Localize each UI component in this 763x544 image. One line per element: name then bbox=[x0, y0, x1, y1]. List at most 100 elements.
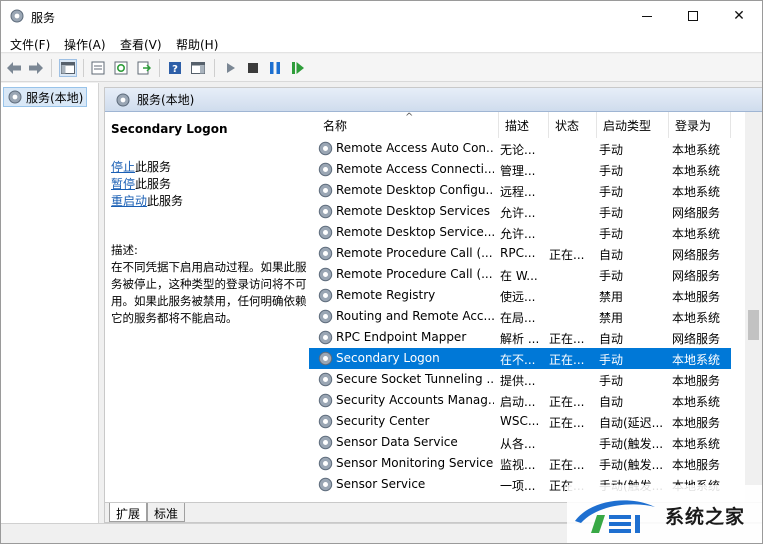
table-row[interactable]: RPC Endpoint Mapper 解析 ... 正在... 自动 网络服务 bbox=[309, 327, 731, 348]
show-console-tree-icon[interactable] bbox=[59, 59, 77, 77]
service-name: Remote Access Auto Con... bbox=[336, 141, 494, 155]
pause-link[interactable]: 暂停 bbox=[111, 177, 135, 191]
service-startup-type: 手动 bbox=[599, 164, 624, 178]
stop-link[interactable]: 停止 bbox=[111, 160, 135, 174]
service-status: 正在... bbox=[549, 395, 585, 409]
service-name: Sensor Service bbox=[336, 477, 426, 491]
service-logon-as: 本地系统 bbox=[672, 143, 721, 157]
help-icon[interactable]: ? bbox=[166, 59, 184, 77]
service-logon-as: 本地系统 bbox=[672, 185, 721, 199]
table-row[interactable]: Remote Registry 使远... 禁用 本地服务 bbox=[309, 285, 731, 306]
scrollbar-thumb[interactable] bbox=[748, 310, 759, 340]
service-gear-icon bbox=[318, 330, 333, 345]
service-status: 正在... bbox=[549, 416, 585, 430]
stop-service-icon[interactable] bbox=[244, 59, 262, 77]
table-row[interactable]: Remote Desktop Services 允许... 手动 网络服务 bbox=[309, 201, 731, 222]
column-header-status[interactable]: 状态 bbox=[549, 112, 597, 138]
minimize-button[interactable] bbox=[624, 1, 670, 31]
table-row[interactable]: Remote Access Connecti... 管理... 手动 本地系统 bbox=[309, 159, 731, 180]
service-description: 在局... bbox=[500, 311, 536, 325]
table-row[interactable]: Sensor Monitoring Service 监视... 正在... 手动(触发… bbox=[309, 453, 731, 474]
tree-item-local-services[interactable]: 服务(本地) bbox=[3, 87, 87, 107]
service-logon-as: 网络服务 bbox=[672, 248, 721, 262]
column-header-startup-type[interactable]: 启动类型 bbox=[597, 112, 669, 138]
description-label: 描述: bbox=[111, 243, 138, 257]
watermark: 系统之家 bbox=[567, 485, 762, 543]
service-logon-as: 本地系统 bbox=[672, 395, 721, 409]
service-logon-as: 本地系统 bbox=[672, 311, 721, 325]
service-description: 在不... bbox=[500, 353, 536, 367]
service-name: RPC Endpoint Mapper bbox=[336, 330, 467, 344]
tree-item-label: 服务(本地) bbox=[26, 90, 84, 105]
maximize-button[interactable] bbox=[670, 1, 716, 31]
service-logon-as: 本地服务 bbox=[672, 290, 721, 304]
table-row[interactable]: Remote Procedure Call (... RPC... 正在... 自动 网… bbox=[309, 243, 731, 264]
properties-icon[interactable] bbox=[89, 59, 107, 77]
table-row[interactable]: Remote Desktop Configu... 远程... 手动 本地系统 bbox=[309, 180, 731, 201]
service-gear-icon bbox=[318, 372, 333, 387]
table-row[interactable]: Routing and Remote Acc... 在局... 禁用 本地系统 bbox=[309, 306, 731, 327]
export-list-icon[interactable] bbox=[135, 59, 153, 77]
service-description: 提供... bbox=[500, 374, 536, 388]
tab-extended[interactable]: 扩展 bbox=[109, 503, 148, 522]
table-row[interactable]: Sensor Data Service 从各... 手动(触发... 本地系统 bbox=[309, 432, 731, 453]
start-service-icon[interactable] bbox=[222, 59, 240, 77]
service-gear-icon bbox=[318, 414, 333, 429]
table-row[interactable]: Remote Procedure Call (... 在 W... 手动 网络服务 bbox=[309, 264, 731, 285]
service-gear-icon bbox=[318, 246, 333, 261]
service-status: 正在... bbox=[549, 248, 585, 262]
table-row[interactable]: Remote Desktop Service... 允许... 手动 本地系统 bbox=[309, 222, 731, 243]
column-header-logon-as[interactable]: 登录为 bbox=[669, 112, 731, 138]
service-description: WSC... bbox=[500, 414, 540, 428]
pause-service-icon[interactable] bbox=[266, 59, 284, 77]
menu-action[interactable]: 操作(A) bbox=[64, 36, 106, 53]
column-header-description[interactable]: 描述 bbox=[499, 112, 549, 138]
table-row[interactable]: Secure Socket Tunneling ... 提供... 手动 本地服务 bbox=[309, 369, 731, 390]
sort-ascending-icon: ^ bbox=[405, 112, 414, 123]
menu-help[interactable]: 帮助(H) bbox=[176, 36, 218, 53]
services-gear-icon bbox=[116, 93, 130, 106]
column-header-description-label: 描述 bbox=[505, 118, 530, 133]
service-description: RPC... bbox=[500, 246, 536, 260]
restart-service-icon[interactable] bbox=[289, 59, 307, 77]
table-row[interactable]: Security Accounts Manag... 启动... 正在... 自动 本地… bbox=[309, 390, 731, 411]
show-action-pane-icon[interactable] bbox=[189, 59, 207, 77]
service-description: 启动... bbox=[500, 395, 536, 409]
service-gear-icon bbox=[318, 456, 333, 471]
close-button[interactable]: ✕ bbox=[716, 1, 762, 31]
service-name: Security Center bbox=[336, 414, 430, 428]
services-gear-icon bbox=[10, 9, 24, 23]
back-arrow-icon[interactable] bbox=[5, 59, 23, 77]
service-logon-as: 本地服务 bbox=[672, 416, 721, 430]
service-title: Secondary Logon bbox=[111, 122, 228, 136]
service-description: 监视... bbox=[500, 458, 536, 472]
service-description: 管理... bbox=[500, 164, 536, 178]
column-header-startup-type-label: 启动类型 bbox=[603, 118, 652, 133]
service-description: 一项... bbox=[500, 479, 536, 493]
description-pane: Secondary Logon 停止此服务 暂停此服务 重启动此服务 描述: 在… bbox=[105, 112, 309, 502]
service-description: 允许... bbox=[500, 206, 536, 220]
service-description: 远程... bbox=[500, 185, 536, 199]
service-logon-as: 网络服务 bbox=[672, 206, 721, 220]
service-name: Remote Procedure Call (... bbox=[336, 246, 493, 260]
vertical-scrollbar[interactable] bbox=[745, 112, 762, 502]
service-description: 使远... bbox=[500, 290, 536, 304]
service-logon-as: 本地服务 bbox=[672, 458, 721, 472]
table-row[interactable]: Security Center WSC... 正在... 自动(延迟... 本地服务 bbox=[309, 411, 731, 432]
forward-arrow-icon[interactable] bbox=[27, 59, 45, 77]
service-name: Remote Procedure Call (... bbox=[336, 267, 493, 281]
service-status: 正在... bbox=[549, 353, 585, 367]
restart-link[interactable]: 重启动 bbox=[111, 194, 147, 208]
service-startup-type: 手动 bbox=[599, 269, 624, 283]
service-name: Secure Socket Tunneling ... bbox=[336, 372, 494, 386]
menu-file[interactable]: 文件(F) bbox=[10, 36, 50, 53]
service-status: 正在... bbox=[549, 332, 585, 346]
service-gear-icon bbox=[318, 393, 333, 408]
service-name: Remote Desktop Service... bbox=[336, 225, 494, 239]
menu-view[interactable]: 查看(V) bbox=[120, 36, 162, 53]
stop-action: 停止此服务 bbox=[111, 158, 171, 175]
table-row[interactable]: Remote Access Auto Con... 无论... 手动 本地系统 bbox=[309, 138, 731, 159]
tab-standard[interactable]: 标准 bbox=[147, 503, 186, 522]
refresh-icon[interactable] bbox=[112, 59, 130, 77]
table-row[interactable]: Secondary Logon 在不... 正在... 手动 本地系统 bbox=[309, 348, 731, 369]
